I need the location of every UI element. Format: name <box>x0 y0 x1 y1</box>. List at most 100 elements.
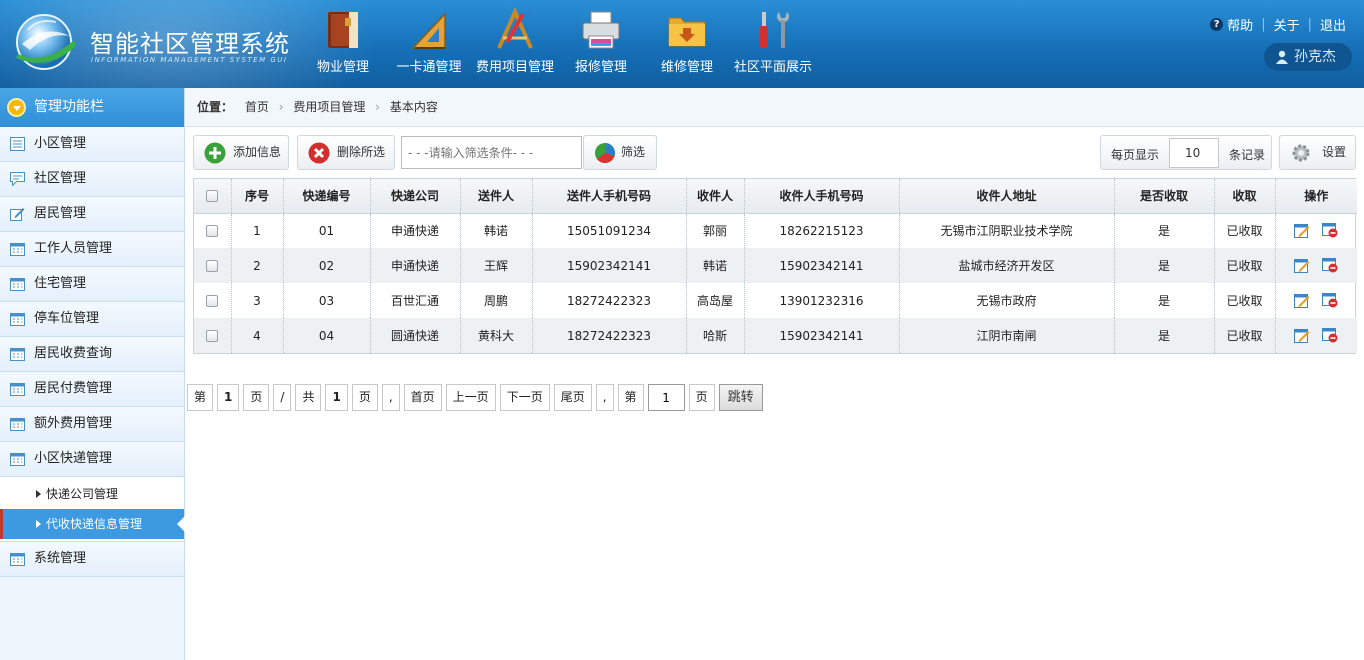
breadcrumb-prefix: 位置： <box>197 100 234 114</box>
user-badge[interactable]: 孙克杰 <box>1264 43 1352 71</box>
row-checkbox[interactable] <box>206 225 219 238</box>
pagination: 第 1 页 / 共 1 页 , 首页 上一页 下一页 尾页 , 第 页 跳转 <box>187 384 763 412</box>
top-nav: 物业管理 一卡通管理 费用项目管理 报修管理 维修管理 社区平面展示 <box>300 0 816 88</box>
edit-icon[interactable] <box>1294 328 1310 343</box>
nav-card-management[interactable]: 一卡通管理 <box>386 0 472 88</box>
delete-row-icon[interactable] <box>1322 328 1338 343</box>
per-page-label: 每页显示 <box>1111 148 1160 162</box>
table-cell: 15902342141 <box>744 248 900 283</box>
row-checkbox[interactable] <box>206 260 219 272</box>
sidebar-item-4[interactable]: 工作人员管理 <box>0 232 184 267</box>
sidebar-item-label: 额外费用管理 <box>34 416 113 431</box>
sidebar-item-1[interactable]: 小区管理 <box>0 127 184 162</box>
sidebar-subitem-express-company[interactable]: 快递公司管理 <box>0 479 184 509</box>
sidebar-item-5[interactable]: 住宅管理 <box>0 267 184 302</box>
column-header: 序号 <box>231 179 284 214</box>
calendar-icon <box>10 383 25 396</box>
book-icon <box>328 12 358 48</box>
first-page-button[interactable]: 首页 <box>403 384 442 411</box>
row-checkbox[interactable] <box>206 295 219 307</box>
sidebar-item-10[interactable]: 小区快递管理 <box>0 442 184 477</box>
column-header: 送件人手机号码 <box>532 179 687 214</box>
table-cell: 韩诺 <box>686 248 745 283</box>
nav-maintenance[interactable]: 维修管理 <box>644 0 730 88</box>
edit-icon[interactable] <box>1294 223 1310 239</box>
help-link[interactable]: 帮助 <box>1227 15 1253 34</box>
logout-link[interactable]: 退出 <box>1320 15 1346 34</box>
row-checkbox[interactable] <box>206 330 219 342</box>
nav-fee-items[interactable]: 费用项目管理 <box>472 0 558 88</box>
table-cell: 是 <box>1114 213 1215 248</box>
sidebar-item-9[interactable]: 额外费用管理 <box>0 407 184 442</box>
table-cell: 王辉 <box>460 248 533 283</box>
chat-icon <box>10 172 25 186</box>
sidebar-subitem-label: 快递公司管理 <box>46 487 119 501</box>
sidebar-item-3[interactable]: 居民管理 <box>0 197 184 232</box>
sidebar-item-8[interactable]: 居民付费管理 <box>0 372 184 407</box>
sidebar-item-system[interactable]: 系统管理 <box>0 542 184 577</box>
sidebar-subitem-express-info[interactable]: 代收快递信息管理 <box>0 509 185 539</box>
nav-community-map[interactable]: 社区平面展示 <box>730 0 816 88</box>
edit-icon[interactable] <box>1294 293 1310 308</box>
column-header: 是否收取 <box>1114 179 1215 214</box>
delete-row-icon[interactable] <box>1322 223 1338 238</box>
edit-icon <box>10 208 25 221</box>
delete-icon <box>308 142 330 164</box>
table-cell: 无锡市政府 <box>899 283 1115 318</box>
delete-row-icon[interactable] <box>1322 293 1338 308</box>
breadcrumb-fee-items[interactable]: 费用项目管理 <box>293 100 365 114</box>
sidebar-title: 管理功能栏 <box>34 99 104 115</box>
pager-total-pages: 1 <box>325 384 348 411</box>
table-cell: 04 <box>283 318 371 353</box>
breadcrumb-home[interactable]: 首页 <box>245 100 269 114</box>
calendar-icon <box>10 418 25 431</box>
about-link[interactable]: 关于 <box>1274 15 1300 34</box>
calendar-icon <box>10 553 25 566</box>
table-cell: 3 <box>231 283 284 318</box>
table-cell: 已收取 <box>1214 318 1276 353</box>
calendar-icon <box>10 243 25 256</box>
table-cell: 13901232316 <box>744 283 900 318</box>
row-actions <box>1275 248 1357 283</box>
delete-selected-button[interactable]: 删除所选 <box>297 135 395 170</box>
user-name: 孙克杰 <box>1294 49 1336 65</box>
table-cell: 01 <box>283 213 371 248</box>
sidebar-item-label: 居民付费管理 <box>34 381 113 396</box>
sidebar-item-7[interactable]: 居民收费查询 <box>0 337 184 372</box>
filter-button[interactable]: 筛选 <box>583 135 657 170</box>
sidebar-header[interactable]: 管理功能栏 <box>0 88 184 127</box>
table-cell: 周鹏 <box>460 283 533 318</box>
table-cell: 申通快递 <box>370 248 461 283</box>
select-all-checkbox[interactable] <box>206 190 219 203</box>
per-page-input[interactable] <box>1169 138 1219 168</box>
delete-row-icon[interactable] <box>1322 258 1338 273</box>
sidebar-item-label: 小区快递管理 <box>34 451 113 466</box>
select-all-header <box>194 179 232 214</box>
add-button[interactable]: 添加信息 <box>193 135 289 170</box>
sidebar-item-6[interactable]: 停车位管理 <box>0 302 184 337</box>
column-header: 快递公司 <box>370 179 461 214</box>
sidebar-item-label: 社区管理 <box>34 171 87 186</box>
row-actions <box>1275 318 1357 353</box>
nav-repair-report[interactable]: 报修管理 <box>558 0 644 88</box>
table-cell: 02 <box>283 248 371 283</box>
sidebar-subitem-label: 代收快递信息管理 <box>46 517 143 531</box>
jump-page-input[interactable] <box>647 384 685 411</box>
prev-page-button[interactable]: 上一页 <box>445 384 496 411</box>
filter-button-label: 筛选 <box>621 145 646 159</box>
jump-button[interactable]: 跳转 <box>718 384 763 411</box>
sidebar-item-label: 系统管理 <box>34 551 87 566</box>
sidebar-item-label: 工作人员管理 <box>34 241 113 256</box>
edit-icon[interactable] <box>1294 258 1310 273</box>
filter-input[interactable] <box>401 136 582 169</box>
settings-button[interactable]: 设置 <box>1279 135 1356 170</box>
pager-text: 页 <box>243 384 270 411</box>
pager-text: / <box>273 384 292 411</box>
last-page-button[interactable]: 尾页 <box>553 384 592 411</box>
next-page-button[interactable]: 下一页 <box>499 384 550 411</box>
table-cell: 高岛屋 <box>686 283 745 318</box>
sidebar-item-2[interactable]: 社区管理 <box>0 162 184 197</box>
separator: | <box>1307 17 1312 32</box>
nav-property-management[interactable]: 物业管理 <box>300 0 386 88</box>
sidebar-item-label: 居民管理 <box>34 206 87 221</box>
